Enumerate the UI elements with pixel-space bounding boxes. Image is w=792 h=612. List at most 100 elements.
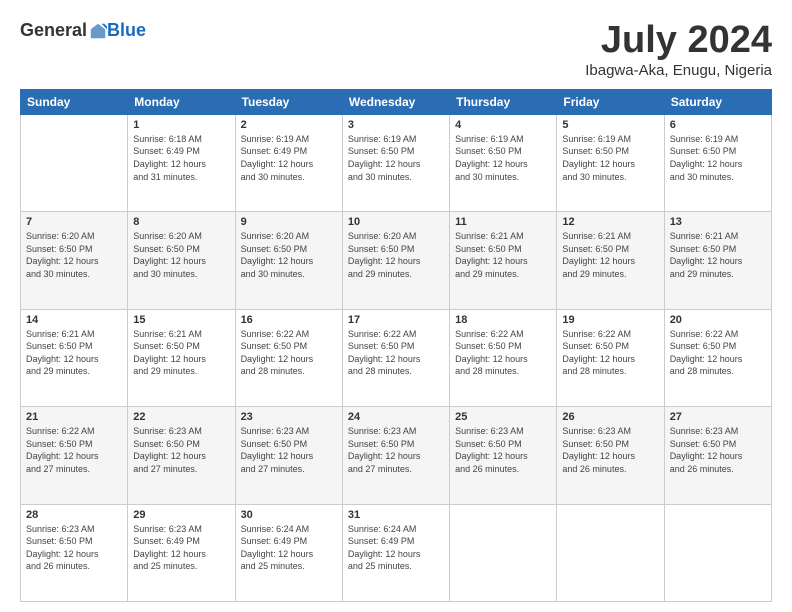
day-number: 28 bbox=[26, 509, 122, 521]
day-number: 5 bbox=[562, 119, 658, 131]
table-row: 19 Sunrise: 6:22 AM Sunset: 6:50 PM Dayli… bbox=[557, 309, 664, 406]
col-thursday: Thursday bbox=[450, 89, 557, 114]
table-row: 15 Sunrise: 6:21 AM Sunset: 6:50 PM Dayli… bbox=[128, 309, 235, 406]
title-block: July 2024 Ibagwa-Aka, Enugu, Nigeria bbox=[585, 20, 772, 79]
day-info: Sunrise: 6:21 AM Sunset: 6:50 PM Dayligh… bbox=[562, 230, 658, 280]
header-row: Sunday Monday Tuesday Wednesday Thursday… bbox=[21, 89, 772, 114]
table-row: 3 Sunrise: 6:19 AM Sunset: 6:50 PM Daylig… bbox=[342, 114, 449, 211]
day-number: 17 bbox=[348, 314, 444, 326]
day-number: 20 bbox=[670, 314, 766, 326]
day-number: 12 bbox=[562, 216, 658, 228]
day-number: 13 bbox=[670, 216, 766, 228]
table-row: 12 Sunrise: 6:21 AM Sunset: 6:50 PM Dayli… bbox=[557, 212, 664, 309]
day-number: 6 bbox=[670, 119, 766, 131]
day-info: Sunrise: 6:23 AM Sunset: 6:49 PM Dayligh… bbox=[133, 523, 229, 573]
day-info: Sunrise: 6:24 AM Sunset: 6:49 PM Dayligh… bbox=[241, 523, 337, 573]
location: Ibagwa-Aka, Enugu, Nigeria bbox=[585, 62, 772, 79]
table-row: 11Sunrise: 6:21 AM Sunset: 6:50 PM Dayli… bbox=[450, 212, 557, 309]
logo-general-text: General bbox=[20, 20, 87, 41]
table-row: 30 Sunrise: 6:24 AM Sunset: 6:49 PM Dayli… bbox=[235, 504, 342, 601]
day-number: 27 bbox=[670, 411, 766, 423]
day-number: 23 bbox=[241, 411, 337, 423]
day-info: Sunrise: 6:23 AM Sunset: 6:50 PM Dayligh… bbox=[670, 425, 766, 475]
table-row: 25 Sunrise: 6:23 AM Sunset: 6:50 PM Dayli… bbox=[450, 407, 557, 504]
day-info: Sunrise: 6:19 AM Sunset: 6:50 PM Dayligh… bbox=[348, 133, 444, 183]
day-info: Sunrise: 6:22 AM Sunset: 6:50 PM Dayligh… bbox=[26, 425, 122, 475]
page: General Blue July 2024 Ibagwa-Aka, Enugu… bbox=[0, 0, 792, 612]
day-info: Sunrise: 6:23 AM Sunset: 6:50 PM Dayligh… bbox=[26, 523, 122, 573]
week-row: 1 Sunrise: 6:18 AM Sunset: 6:49 PM Daylig… bbox=[21, 114, 772, 211]
col-friday: Friday bbox=[557, 89, 664, 114]
day-number: 16 bbox=[241, 314, 337, 326]
table-row: 1 Sunrise: 6:18 AM Sunset: 6:49 PM Daylig… bbox=[128, 114, 235, 211]
table-row: 22 Sunrise: 6:23 AM Sunset: 6:50 PM Dayli… bbox=[128, 407, 235, 504]
week-row: 14 Sunrise: 6:21 AM Sunset: 6:50 PM Dayli… bbox=[21, 309, 772, 406]
table-row: 14 Sunrise: 6:21 AM Sunset: 6:50 PM Dayli… bbox=[21, 309, 128, 406]
day-number: 15 bbox=[133, 314, 229, 326]
logo-icon bbox=[89, 22, 107, 40]
week-row: 28 Sunrise: 6:23 AM Sunset: 6:50 PM Dayli… bbox=[21, 504, 772, 601]
day-info: Sunrise: 6:22 AM Sunset: 6:50 PM Dayligh… bbox=[241, 328, 337, 378]
day-number: 1 bbox=[133, 119, 229, 131]
day-info: Sunrise: 6:22 AM Sunset: 6:50 PM Dayligh… bbox=[455, 328, 551, 378]
table-row: 9 Sunrise: 6:20 AM Sunset: 6:50 PM Daylig… bbox=[235, 212, 342, 309]
table-row: 16 Sunrise: 6:22 AM Sunset: 6:50 PM Dayli… bbox=[235, 309, 342, 406]
day-info: Sunrise: 6:20 AM Sunset: 6:50 PM Dayligh… bbox=[348, 230, 444, 280]
day-info: Sunrise: 6:23 AM Sunset: 6:50 PM Dayligh… bbox=[348, 425, 444, 475]
day-number: 22 bbox=[133, 411, 229, 423]
day-info: Sunrise: 6:20 AM Sunset: 6:50 PM Dayligh… bbox=[26, 230, 122, 280]
table-row bbox=[21, 114, 128, 211]
day-info: Sunrise: 6:19 AM Sunset: 6:49 PM Dayligh… bbox=[241, 133, 337, 183]
table-row: 27 Sunrise: 6:23 AM Sunset: 6:50 PM Dayli… bbox=[664, 407, 771, 504]
calendar-table: Sunday Monday Tuesday Wednesday Thursday… bbox=[20, 89, 772, 602]
day-info: Sunrise: 6:23 AM Sunset: 6:50 PM Dayligh… bbox=[562, 425, 658, 475]
table-row: 8Sunrise: 6:20 AM Sunset: 6:50 PM Daylig… bbox=[128, 212, 235, 309]
day-number: 21 bbox=[26, 411, 122, 423]
day-number: 18 bbox=[455, 314, 551, 326]
table-row: 26 Sunrise: 6:23 AM Sunset: 6:50 PM Dayli… bbox=[557, 407, 664, 504]
day-info: Sunrise: 6:21 AM Sunset: 6:50 PM Dayligh… bbox=[26, 328, 122, 378]
day-number: 4 bbox=[455, 119, 551, 131]
day-number: 11 bbox=[455, 216, 551, 228]
day-number: 30 bbox=[241, 509, 337, 521]
table-row: 13 Sunrise: 6:21 AM Sunset: 6:50 PM Dayli… bbox=[664, 212, 771, 309]
day-number: 26 bbox=[562, 411, 658, 423]
table-row bbox=[450, 504, 557, 601]
table-row: 10 Sunrise: 6:20 AM Sunset: 6:50 PM Dayli… bbox=[342, 212, 449, 309]
day-info: Sunrise: 6:23 AM Sunset: 6:50 PM Dayligh… bbox=[455, 425, 551, 475]
col-wednesday: Wednesday bbox=[342, 89, 449, 114]
day-info: Sunrise: 6:21 AM Sunset: 6:50 PM Dayligh… bbox=[670, 230, 766, 280]
day-number: 19 bbox=[562, 314, 658, 326]
day-number: 10 bbox=[348, 216, 444, 228]
day-info: Sunrise: 6:20 AM Sunset: 6:50 PM Dayligh… bbox=[133, 230, 229, 280]
table-row: 4 Sunrise: 6:19 AM Sunset: 6:50 PM Daylig… bbox=[450, 114, 557, 211]
table-row: 17Sunrise: 6:22 AM Sunset: 6:50 PM Dayli… bbox=[342, 309, 449, 406]
day-number: 7 bbox=[26, 216, 122, 228]
table-row: 5 Sunrise: 6:19 AM Sunset: 6:50 PM Daylig… bbox=[557, 114, 664, 211]
day-info: Sunrise: 6:18 AM Sunset: 6:49 PM Dayligh… bbox=[133, 133, 229, 183]
header: General Blue July 2024 Ibagwa-Aka, Enugu… bbox=[20, 20, 772, 79]
table-row bbox=[664, 504, 771, 601]
day-info: Sunrise: 6:22 AM Sunset: 6:50 PM Dayligh… bbox=[562, 328, 658, 378]
day-number: 31 bbox=[348, 509, 444, 521]
day-number: 9 bbox=[241, 216, 337, 228]
day-number: 24 bbox=[348, 411, 444, 423]
week-row: 21 Sunrise: 6:22 AM Sunset: 6:50 PM Dayli… bbox=[21, 407, 772, 504]
col-sunday: Sunday bbox=[21, 89, 128, 114]
day-info: Sunrise: 6:19 AM Sunset: 6:50 PM Dayligh… bbox=[562, 133, 658, 183]
day-info: Sunrise: 6:21 AM Sunset: 6:50 PM Dayligh… bbox=[133, 328, 229, 378]
day-info: Sunrise: 6:23 AM Sunset: 6:50 PM Dayligh… bbox=[241, 425, 337, 475]
day-number: 25 bbox=[455, 411, 551, 423]
day-number: 3 bbox=[348, 119, 444, 131]
day-number: 14 bbox=[26, 314, 122, 326]
day-info: Sunrise: 6:19 AM Sunset: 6:50 PM Dayligh… bbox=[455, 133, 551, 183]
col-monday: Monday bbox=[128, 89, 235, 114]
table-row: 23 Sunrise: 6:23 AM Sunset: 6:50 PM Dayli… bbox=[235, 407, 342, 504]
day-info: Sunrise: 6:20 AM Sunset: 6:50 PM Dayligh… bbox=[241, 230, 337, 280]
logo-blue-text: Blue bbox=[107, 20, 146, 41]
day-info: Sunrise: 6:23 AM Sunset: 6:50 PM Dayligh… bbox=[133, 425, 229, 475]
table-row: 31Sunrise: 6:24 AM Sunset: 6:49 PM Dayli… bbox=[342, 504, 449, 601]
day-info: Sunrise: 6:19 AM Sunset: 6:50 PM Dayligh… bbox=[670, 133, 766, 183]
logo: General Blue bbox=[20, 20, 146, 41]
table-row bbox=[557, 504, 664, 601]
